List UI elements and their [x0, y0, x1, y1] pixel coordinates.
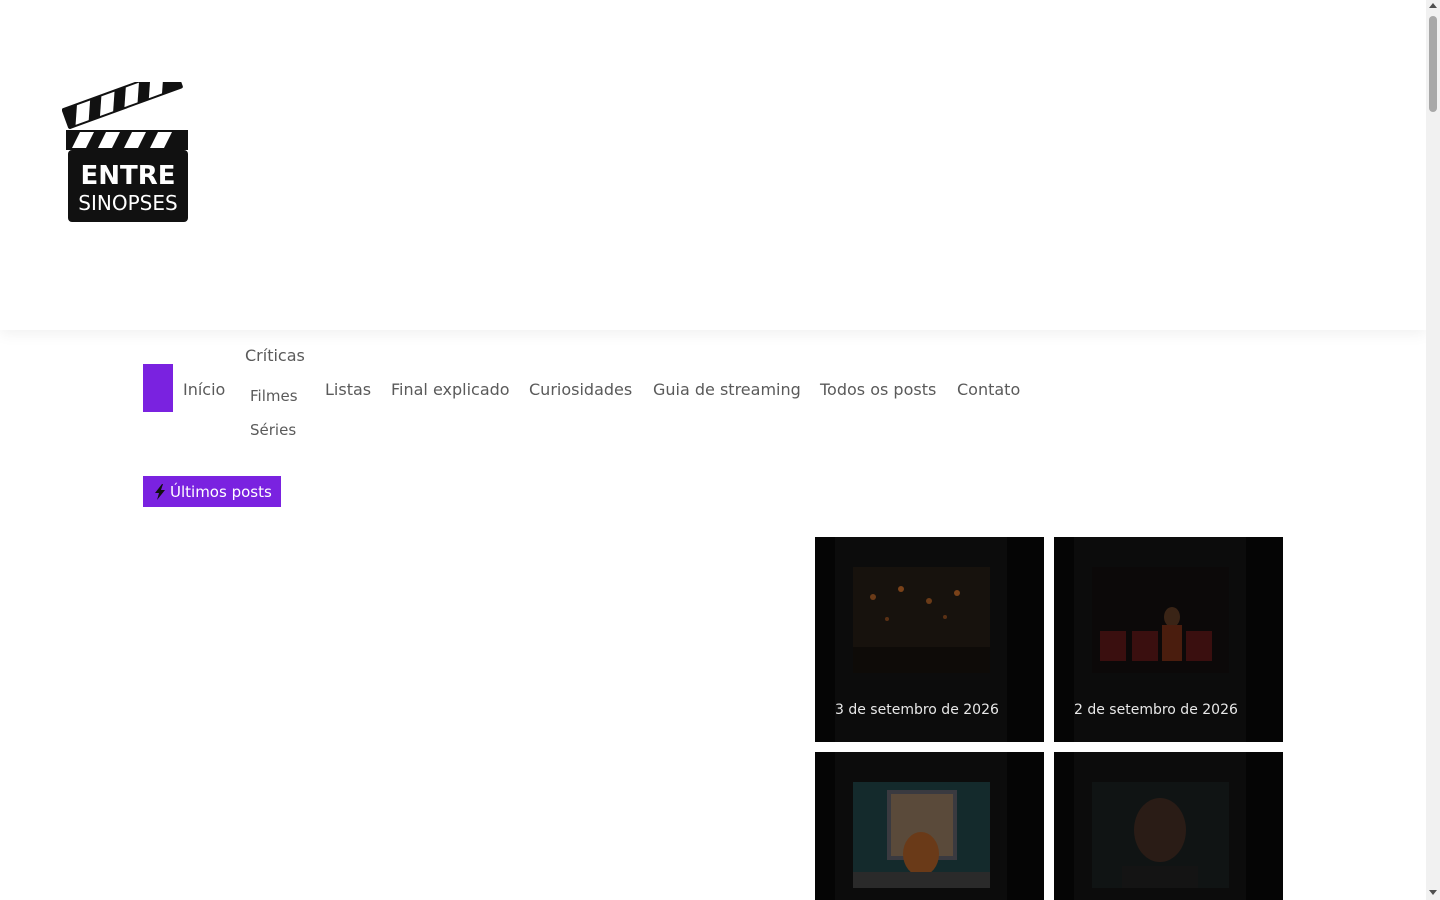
site-header: ENTRE SINOPSES: [0, 0, 1426, 330]
post-date: 2 de setembro de 2026: [1074, 702, 1238, 718]
logo-text-entre: ENTRE: [80, 161, 175, 191]
scroll-down-arrow-icon[interactable]: [1429, 890, 1437, 895]
nav-item-curiosidades[interactable]: Curiosidades: [529, 380, 632, 399]
portrait-image: [1092, 782, 1229, 888]
latest-posts-label: Últimos posts: [170, 482, 272, 501]
scroll-thumb[interactable]: [1429, 16, 1437, 112]
nav-subitem-series[interactable]: Séries: [250, 421, 296, 439]
page-scrollbar[interactable]: [1426, 0, 1440, 900]
theater-lights-image: [853, 567, 990, 673]
post-card[interactable]: [815, 752, 1044, 900]
nav-item-inicio[interactable]: Início: [183, 380, 225, 399]
nav-item-contato[interactable]: Contato: [957, 380, 1020, 399]
cat-painting-image: [853, 782, 990, 888]
cinema-seats-image: [1092, 567, 1229, 673]
clapperboard-icon: ENTRE SINOPSES: [62, 82, 188, 222]
logo-text-sinopses: SINOPSES: [78, 191, 177, 215]
nav-subitem-filmes[interactable]: Filmes: [250, 387, 298, 405]
nav-item-final-explicado[interactable]: Final explicado: [391, 380, 510, 399]
scroll-up-arrow-icon[interactable]: [1429, 3, 1437, 8]
post-card[interactable]: 3 de setembro de 2026: [815, 537, 1044, 742]
nav-item-guia-de-streaming[interactable]: Guia de streaming: [653, 380, 801, 399]
post-date: 3 de setembro de 2026: [835, 702, 999, 718]
post-card[interactable]: 2 de setembro de 2026: [1054, 537, 1283, 742]
nav-item-todos-os-posts[interactable]: Todos os posts: [820, 380, 936, 399]
lightning-icon: [155, 483, 165, 500]
post-card[interactable]: [1054, 752, 1283, 900]
site-logo[interactable]: ENTRE SINOPSES: [62, 82, 190, 224]
home-square[interactable]: [143, 364, 173, 412]
nav-item-listas[interactable]: Listas: [325, 380, 371, 399]
nav-item-criticas[interactable]: Críticas: [245, 346, 305, 365]
latest-posts-badge: Últimos posts: [143, 476, 281, 507]
